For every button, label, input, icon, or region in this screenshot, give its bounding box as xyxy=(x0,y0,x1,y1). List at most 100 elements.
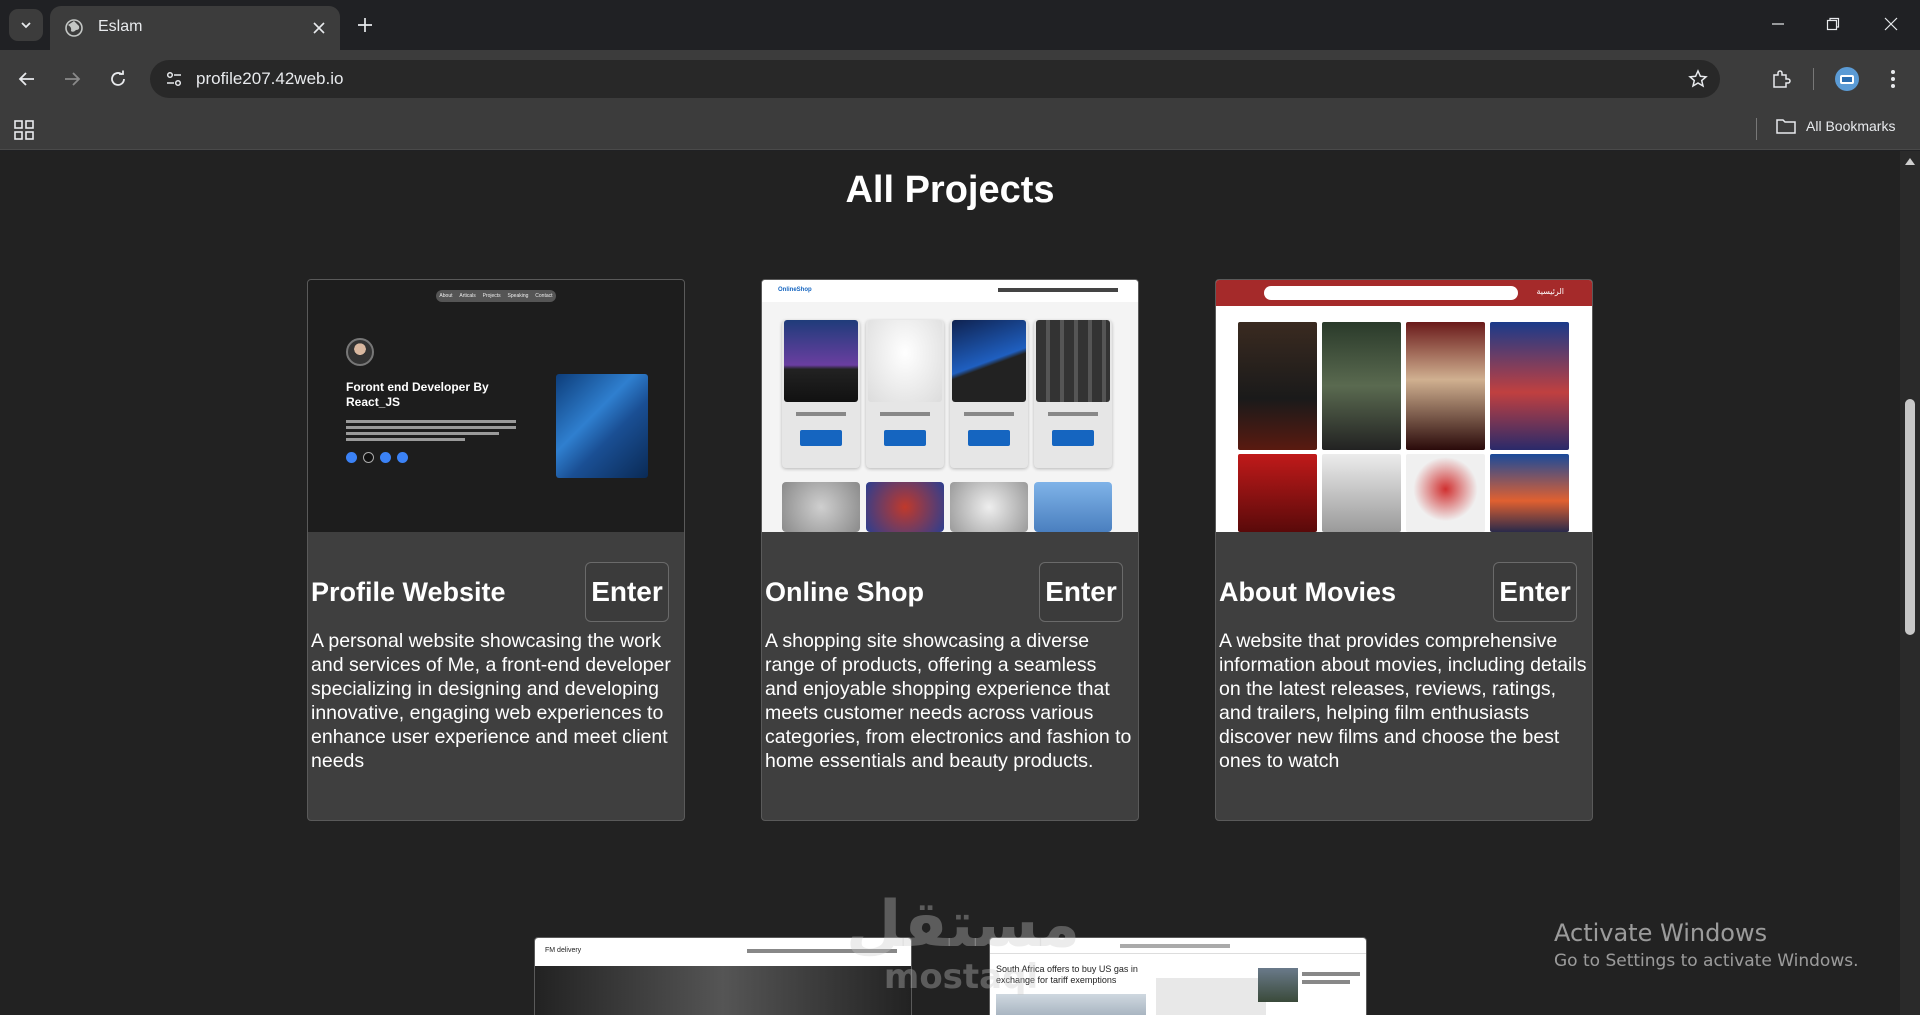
scrollbar[interactable] xyxy=(1900,151,1920,1015)
window-close-button[interactable] xyxy=(1871,8,1911,40)
thumb-brand: OnlineShop xyxy=(778,287,812,293)
tab-strip: Eslam xyxy=(0,0,1920,50)
star-icon xyxy=(1688,69,1708,88)
chevron-down-icon xyxy=(21,22,31,29)
thumb-social-icons xyxy=(346,452,408,463)
folder-icon xyxy=(1776,119,1796,134)
enter-button[interactable]: Enter xyxy=(585,562,669,622)
movie-poster xyxy=(1322,322,1401,450)
bookmarks-divider xyxy=(1756,118,1757,140)
project-thumbnail: الرئيسية xyxy=(1216,280,1592,532)
site-info-button[interactable] xyxy=(160,65,188,93)
thumb-product xyxy=(866,320,944,468)
page-viewport: All Projects About Articals Projects Spe… xyxy=(0,151,1920,1015)
project-description: A shopping site showcasing a diverse ran… xyxy=(765,630,1132,772)
all-bookmarks-button[interactable]: All Bookmarks xyxy=(1776,117,1895,135)
menu-button[interactable] xyxy=(1878,64,1908,94)
thumb-header: الرئيسية xyxy=(1216,280,1592,306)
toolbar-divider xyxy=(1813,68,1814,90)
watermark-arabic: مستقل xyxy=(846,888,1081,962)
thumb-nav-item: Projects xyxy=(482,293,501,299)
thumb-hero-image xyxy=(556,374,648,478)
tab-close-button[interactable] xyxy=(308,17,330,39)
address-bar[interactable]: profile207.42web.io xyxy=(150,60,1720,98)
activation-notice: Activate Windows Go to Settings to activ… xyxy=(1554,919,1859,971)
reload-button[interactable] xyxy=(103,64,133,94)
thumb-headline: Foront end Developer By React_JS xyxy=(346,380,489,409)
activation-subtitle: Go to Settings to activate Windows. xyxy=(1554,951,1859,971)
thumb-nav-item: Articals xyxy=(459,293,476,299)
thumb-nav: About Articals Projects Speaking Contact xyxy=(436,290,556,302)
activation-title: Activate Windows xyxy=(1554,919,1768,947)
project-title: About Movies xyxy=(1219,577,1397,607)
enter-button[interactable]: Enter xyxy=(1493,562,1577,622)
browser-toolbar: profile207.42web.io xyxy=(0,50,1920,108)
mostaql-watermark: مستقل mostaql xyxy=(846,888,1081,997)
reload-icon xyxy=(111,70,125,86)
thumb-product xyxy=(950,320,1028,468)
all-bookmarks-label: All Bookmarks xyxy=(1806,118,1896,134)
watermark-latin: mostaql xyxy=(883,957,1039,997)
thumb-header: OnlineShop xyxy=(762,280,1138,302)
project-card-movies: الرئيسية About Movies Enter A website th… xyxy=(1215,279,1593,821)
puzzle-icon xyxy=(1773,70,1791,88)
project-header: Online Shop Enter xyxy=(765,562,1133,622)
scroll-up-arrow-icon[interactable] xyxy=(1905,157,1915,165)
movie-poster xyxy=(1490,322,1569,450)
url-text: profile207.42web.io xyxy=(196,69,344,88)
project-header: Profile Website Enter xyxy=(311,562,679,622)
project-thumbnail: About Articals Projects Speaking Contact… xyxy=(308,280,684,532)
minimize-button[interactable] xyxy=(1758,8,1798,40)
thumb-avatar xyxy=(346,338,374,366)
movie-poster xyxy=(1238,322,1317,450)
arrow-right-icon xyxy=(65,72,81,86)
thumb-product xyxy=(782,320,860,468)
restore-icon xyxy=(1826,17,1840,31)
thumb-nav-item: Contact xyxy=(535,293,553,299)
minimize-icon xyxy=(1772,23,1784,25)
project-description: A personal website showcasing the work a… xyxy=(311,630,671,772)
close-icon xyxy=(313,22,325,34)
page-title: All Projects xyxy=(845,169,1055,211)
tune-icon xyxy=(166,71,182,87)
enter-button[interactable]: Enter xyxy=(1039,562,1123,622)
apps-grid-icon[interactable] xyxy=(12,118,36,142)
extensions-button[interactable] xyxy=(1766,64,1796,94)
more-vert-icon xyxy=(1891,70,1895,88)
project-title: Profile Website xyxy=(311,577,506,607)
thumb-product xyxy=(1034,320,1112,468)
close-icon xyxy=(1884,17,1898,31)
back-button[interactable] xyxy=(12,64,42,94)
thumb-paragraph xyxy=(346,420,516,444)
thumb-search xyxy=(1264,286,1518,300)
bookmark-star-button[interactable] xyxy=(1684,65,1712,93)
scrollbar-thumb[interactable] xyxy=(1905,399,1915,635)
tab-title: Eslam xyxy=(98,18,143,35)
thumb-nav-item: Speaking xyxy=(507,293,529,299)
browser-tab[interactable]: Eslam xyxy=(50,6,340,50)
new-tab-button[interactable] xyxy=(352,12,378,38)
forward-button[interactable] xyxy=(57,64,87,94)
project-title: Online Shop xyxy=(765,577,924,607)
globe-icon xyxy=(65,19,83,37)
movie-poster xyxy=(1490,454,1569,532)
movie-poster xyxy=(1322,454,1401,532)
profile-button[interactable] xyxy=(1832,64,1862,94)
plus-icon xyxy=(358,18,372,32)
arrow-left-icon xyxy=(18,72,34,86)
bookmarks-bar: All Bookmarks xyxy=(0,108,1920,150)
movie-poster xyxy=(1406,322,1485,450)
movie-poster xyxy=(1406,454,1485,532)
project-thumbnail: OnlineShop xyxy=(762,280,1138,532)
thumb-nav-item: About xyxy=(439,293,453,299)
avatar-icon xyxy=(1835,67,1859,91)
project-description: A website that provides comprehensive in… xyxy=(1219,630,1587,772)
movie-poster xyxy=(1238,454,1317,532)
project-card-shop: OnlineShop Online Shop Enter A shopping … xyxy=(761,279,1139,821)
project-card-profile: About Articals Projects Speaking Contact… xyxy=(307,279,685,821)
thumb-brand: FM delivery xyxy=(545,947,582,954)
thumb-home-label: الرئيسية xyxy=(1536,287,1564,296)
restore-button[interactable] xyxy=(1813,8,1853,40)
project-header: About Movies Enter xyxy=(1219,562,1587,622)
tab-search-button[interactable] xyxy=(9,9,43,41)
